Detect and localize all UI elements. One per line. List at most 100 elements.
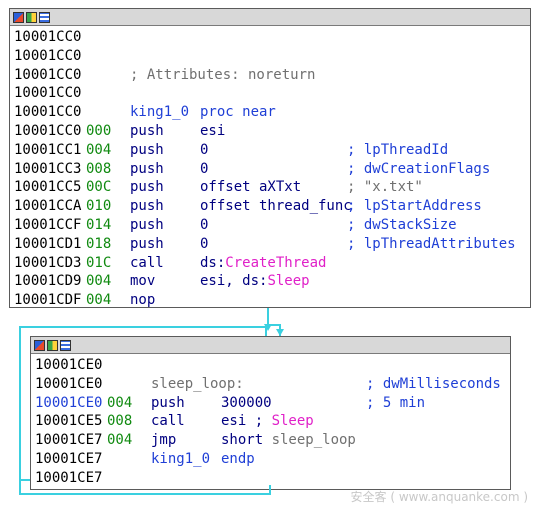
graph-view-icon[interactable] xyxy=(34,339,45,351)
disasm-line[interactable]: 10001CD1 018 push 0 ; lpThreadAttributes xyxy=(10,235,530,254)
disasm-line[interactable]: 10001CC0 000 push esi xyxy=(10,122,530,141)
address: 10001CE0 xyxy=(35,357,103,373)
comment: ; lpThreadAttributes xyxy=(347,235,516,252)
stack-pointer: 010 xyxy=(86,198,112,215)
comment: ; "x.txt" xyxy=(347,179,423,196)
comment: ; dwCreationFlags xyxy=(347,160,491,177)
disasm-line[interactable]: 10001CE7 king1_0 endp xyxy=(31,450,510,469)
address: 10001CC3 xyxy=(14,160,82,177)
disasm-line[interactable]: 10001CC0 xyxy=(10,28,530,47)
disasm-line[interactable]: 10001CE7 xyxy=(31,469,510,488)
comment: ; dwMilliseconds xyxy=(366,375,501,392)
mnemonic: nop xyxy=(130,292,156,309)
address: 10001CE0 xyxy=(35,375,103,392)
code-block-king1_0[interactable]: 10001CC0 10001CC0 10001CC0; Attributes: no… xyxy=(9,8,531,308)
address: 10001CE7 xyxy=(35,432,103,449)
stack-pointer: 008 xyxy=(86,160,112,177)
stack-pointer: 01C xyxy=(86,254,112,271)
disasm-line[interactable]: 10001CC1 004 push 0 ; lpThreadId xyxy=(10,141,530,160)
disasm-line[interactable]: 10001CC5 00C push offset aXTxt ; "x.txt" xyxy=(10,178,530,197)
address: 10001CC1 xyxy=(14,141,82,158)
disasm-line[interactable]: 10001CDF 004 nop xyxy=(10,291,530,310)
mnemonic: call xyxy=(151,413,185,430)
import-name: Sleep xyxy=(267,273,310,290)
disasm-line[interactable]: 10001CCA 010 push offset thread_func; lpSta… xyxy=(10,197,530,216)
text-view-icon[interactable] xyxy=(39,11,50,23)
flow-edge-down xyxy=(267,308,281,336)
operand: ds: xyxy=(200,254,226,271)
stack-pointer: 004 xyxy=(107,432,133,449)
mnemonic: push xyxy=(130,179,164,196)
disasm-line[interactable]: 10001CCF 014 push 0 ; dwStackSize xyxy=(10,216,530,235)
text-view-icon[interactable] xyxy=(60,339,71,351)
stack-pointer: 004 xyxy=(86,273,112,290)
stack-pointer: 004 xyxy=(86,141,112,158)
mnemonic: push xyxy=(130,216,164,233)
address: 10001CC0 xyxy=(14,122,82,139)
disasm-line[interactable]: 10001CC0 ; Attributes: noreturn xyxy=(10,66,530,85)
stack-pointer: 004 xyxy=(107,394,133,411)
stack-pointer: 014 xyxy=(86,216,112,233)
address: 10001CCA xyxy=(14,198,82,215)
disasm-line[interactable]: 10001CC0 xyxy=(10,47,530,66)
mnemonic: push xyxy=(130,122,164,139)
address: 10001CDF xyxy=(14,292,82,309)
address: 10001CE0 xyxy=(35,394,103,411)
mnemonic: push xyxy=(130,141,164,158)
disasm-line[interactable]: 10001CE0 xyxy=(31,356,510,375)
mnemonic: mov xyxy=(130,273,156,290)
address: 10001CD1 xyxy=(14,235,82,252)
comment: ; lpStartAddress xyxy=(347,198,482,215)
disasm-line[interactable]: 10001CC0 king1_0 proc near xyxy=(10,103,530,122)
operand: endp xyxy=(221,450,255,467)
paint-icon[interactable] xyxy=(47,339,58,351)
stack-pointer: 004 xyxy=(86,292,112,309)
address: 10001CE7 xyxy=(35,450,103,467)
disasm-line[interactable]: 10001CE0 004 push 300000 ; 5 min xyxy=(31,394,510,413)
address: 10001CC5 xyxy=(14,179,82,196)
address: 10001CE5 xyxy=(35,413,103,430)
mnemonic: push xyxy=(130,235,164,252)
operand: 0 xyxy=(200,216,209,233)
mnemonic: push xyxy=(130,160,164,177)
operand: proc near xyxy=(200,104,276,121)
mnemonic: king1_0 xyxy=(151,450,211,467)
mnemonic: jmp xyxy=(151,432,177,449)
stack-pointer: 000 xyxy=(86,122,112,139)
disasm-line[interactable]: 10001CC0 xyxy=(10,84,530,103)
operand: esi xyxy=(200,122,226,139)
graph-view-icon[interactable] xyxy=(13,11,24,23)
disasm-line[interactable]: 10001CE7 004 jmp short sleep_loop xyxy=(31,431,510,450)
mnemonic: sleep_loop: xyxy=(151,375,244,392)
address: 10001CC0 xyxy=(14,66,82,83)
address: 10001CC0 xyxy=(14,29,82,45)
mnemonic: push xyxy=(151,394,185,411)
address: 10001CC0 xyxy=(14,85,82,102)
stack-pointer: 018 xyxy=(86,235,112,252)
comment: ; dwStackSize xyxy=(347,216,457,233)
disasm-line[interactable]: 10001CE0 sleep_loop: ; dwMilliseconds xyxy=(31,375,510,394)
flow-arrow-head xyxy=(264,324,272,331)
code-block-sleep_loop[interactable]: 10001CE0 10001CE0 sleep_loop: ; dwMilliseco… xyxy=(30,336,511,490)
operand: short xyxy=(221,432,272,449)
disasm-line[interactable]: 10001CD9 004 mov esi, ds: Sleep xyxy=(10,272,530,291)
operand: 0 xyxy=(200,235,209,252)
address: 10001CCF xyxy=(14,216,82,233)
watermark: 安全客 ( www.anquanke.com ) xyxy=(350,490,528,504)
mnemonic: call xyxy=(130,254,164,271)
operand: esi ; xyxy=(221,413,272,430)
mnemonic: king1_0 xyxy=(130,104,190,121)
disasm-line[interactable]: 10001CE5 008 call esi ; Sleep xyxy=(31,412,510,431)
import-name: CreateThread xyxy=(225,254,327,271)
operand: offset thread_func xyxy=(200,198,352,215)
address: 10001CE7 xyxy=(35,469,103,486)
disasm-line[interactable]: 10001CD3 01C call ds: CreateThread xyxy=(10,254,530,273)
address: 10001CD9 xyxy=(14,273,82,290)
disasm-line[interactable]: 10001CC3 008 push 0 ; dwCreationFlags xyxy=(10,160,530,179)
comment: ; 5 min xyxy=(366,394,426,411)
paint-icon[interactable] xyxy=(26,11,37,23)
mnemonic: push xyxy=(130,198,164,215)
operand: esi, ds: xyxy=(200,273,268,290)
flow-arrow-head xyxy=(276,329,284,336)
comment: ; lpThreadId xyxy=(347,141,449,158)
